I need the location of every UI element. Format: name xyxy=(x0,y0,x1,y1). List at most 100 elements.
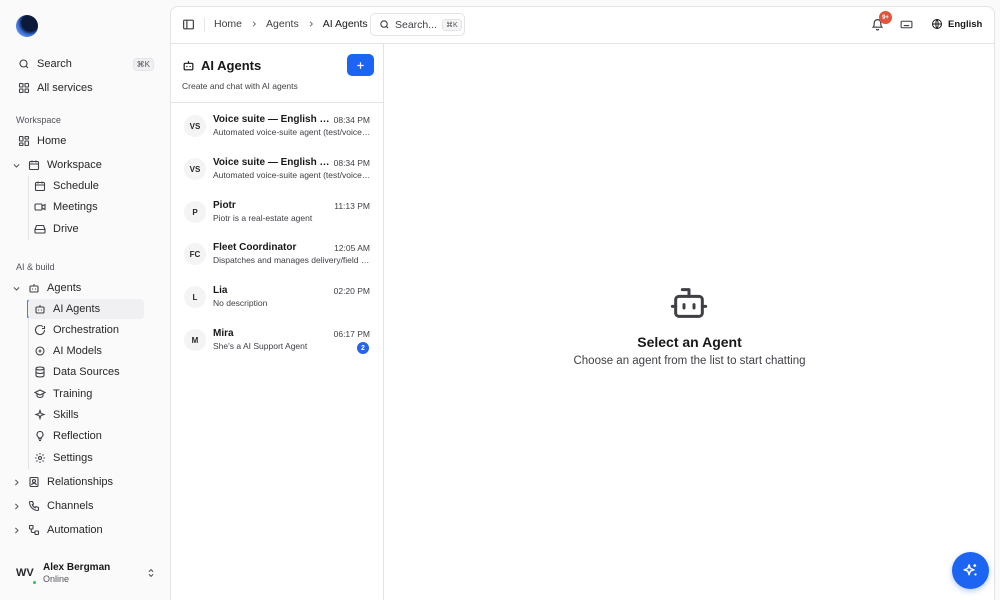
divider xyxy=(204,18,205,32)
agent-name: Voice suite — English only xyxy=(213,157,331,168)
page-subtitle: Create and chat with AI agents xyxy=(182,81,298,91)
list-item[interactable]: P Piotr Piotr is a real-estate agent 11:… xyxy=(171,192,383,232)
sidebar-group-automation[interactable]: Automation xyxy=(10,520,160,540)
agent-time: 12:05 AM xyxy=(334,243,370,253)
breadcrumb-home[interactable]: Home xyxy=(214,18,242,30)
avatar: VS xyxy=(184,158,206,180)
agent-description: No description xyxy=(213,298,268,308)
chevron-down-icon[interactable] xyxy=(10,159,22,171)
sidebar-item-settings[interactable]: Settings xyxy=(28,448,144,468)
sidebar-item-training[interactable]: Training xyxy=(28,384,144,404)
avatar: WV xyxy=(16,567,37,585)
agent-name: Piotr xyxy=(213,200,236,211)
sidebar-item-orchestration[interactable]: Orchestration xyxy=(28,320,144,340)
sidebar-search[interactable]: Search ⌘K xyxy=(10,54,160,74)
chevron-right-icon[interactable] xyxy=(10,476,22,488)
ai-assistant-button[interactable] xyxy=(952,552,989,589)
bot-icon xyxy=(669,283,709,323)
sidebar-item-skills[interactable]: Skills xyxy=(28,405,144,425)
section-label-ai-build: AI & build xyxy=(16,262,55,272)
sidebar-item-data-sources[interactable]: Data Sources xyxy=(28,362,144,382)
avatar: P xyxy=(184,201,206,223)
video-icon xyxy=(32,199,48,215)
breadcrumb-current: AI Agents xyxy=(322,18,368,30)
lightbulb-icon xyxy=(32,428,48,444)
user-name: Alex Bergman xyxy=(43,562,111,573)
search-icon xyxy=(16,56,32,72)
sidebar-item-label: Skills xyxy=(53,409,79,421)
sidebar-item-home[interactable]: Home xyxy=(10,131,160,151)
language-label: English xyxy=(948,18,983,30)
section-label-workspace: Workspace xyxy=(16,115,61,125)
top-bar: Home Agents AI Agents Search... ⌘K 9+ En… xyxy=(171,7,994,44)
sidebar-item-label: Data Sources xyxy=(53,366,120,378)
gear-icon xyxy=(32,450,48,466)
sidebar-group-label: Automation xyxy=(47,524,103,536)
sidebar-group-workspace[interactable]: Workspace xyxy=(10,155,160,175)
search-placeholder: Search... xyxy=(395,18,438,31)
chevron-down-icon[interactable] xyxy=(10,282,22,294)
agent-list-header: AI Agents Create and chat with AI agents xyxy=(171,44,383,103)
agent-description: Automated voice-suite agent (test/voice-… xyxy=(213,127,371,137)
empty-state-subtitle: Choose an agent from the list to start c… xyxy=(573,355,806,367)
sidebar-item-meetings[interactable]: Meetings xyxy=(28,197,144,217)
list-item[interactable]: FC Fleet Coordinator Dispatches and mana… xyxy=(171,234,383,274)
hard-drive-icon xyxy=(32,221,48,237)
avatar-initials: WV xyxy=(16,567,34,579)
user-menu[interactable]: WV Alex Bergman Online xyxy=(16,560,156,586)
list-item[interactable]: M Mira She's a AI Support Agent 06:17 PM… xyxy=(171,320,383,360)
plus-icon xyxy=(355,60,366,71)
search-icon xyxy=(379,19,390,30)
agent-name: Lia xyxy=(213,285,228,296)
sidebar-item-label: Orchestration xyxy=(53,324,120,336)
bot-icon xyxy=(182,59,201,72)
search-shortcut: ⌘K xyxy=(132,57,154,71)
sidebar-item-reflection[interactable]: Reflection xyxy=(28,426,144,446)
search-input[interactable]: Search... ⌘K xyxy=(370,13,465,36)
sidebar-group-channels[interactable]: Channels xyxy=(10,496,160,516)
sidebar-toggle-icon[interactable] xyxy=(182,18,195,31)
sidebar-item-label: Meetings xyxy=(53,201,98,213)
phone-icon xyxy=(26,498,42,514)
sidebar-item-ai-models[interactable]: AI Models xyxy=(28,341,144,361)
language-selector[interactable]: English xyxy=(931,18,982,30)
keyboard-icon[interactable] xyxy=(900,18,913,31)
orchestration-icon xyxy=(32,322,48,338)
sidebar-item-label: Drive xyxy=(53,223,79,235)
chevron-right-icon[interactable] xyxy=(10,524,22,536)
search-shortcut: ⌘K xyxy=(442,18,462,31)
sidebar-group-relationships[interactable]: Relationships xyxy=(10,472,160,492)
sidebar-item-all-services[interactable]: All services xyxy=(10,78,160,98)
graduation-cap-icon xyxy=(32,386,48,402)
agent-description: Piotr is a real-estate agent xyxy=(213,213,313,223)
sidebar-group-label: Workspace xyxy=(47,159,102,171)
sidebar-item-schedule[interactable]: Schedule xyxy=(28,176,144,196)
agent-description: Automated voice-suite agent (test/voice-… xyxy=(213,170,371,180)
calendar-icon xyxy=(32,178,48,194)
main-panel: Home Agents AI Agents Search... ⌘K 9+ En… xyxy=(170,6,995,600)
chevron-right-icon[interactable] xyxy=(10,500,22,512)
bot-icon xyxy=(32,301,48,317)
agent-time: 11:13 PM xyxy=(334,201,370,211)
sidebar-group-agents[interactable]: Agents xyxy=(10,278,160,298)
agent-time: 08:34 PM xyxy=(333,115,370,125)
breadcrumb-agents[interactable]: Agents xyxy=(266,18,299,30)
chevron-right-icon xyxy=(250,20,258,28)
sidebar-item-label: Training xyxy=(53,388,93,400)
list-item[interactable]: VS Voice suite — English only Automated … xyxy=(171,149,383,189)
sidebar-search-label: Search xyxy=(37,58,72,70)
list-item[interactable]: VS Voice suite — English + Spanish Autom… xyxy=(171,106,383,146)
agent-description: Dispatches and manages delivery/field op… xyxy=(213,255,371,265)
avatar: M xyxy=(184,329,206,351)
calendar-icon xyxy=(26,157,42,173)
avatar: L xyxy=(184,286,206,308)
add-agent-button[interactable] xyxy=(347,54,374,76)
dashboard-icon xyxy=(16,133,32,149)
sidebar-group-label: Channels xyxy=(47,500,94,512)
empty-state: Select an Agent Choose an agent from the… xyxy=(384,44,995,600)
sidebar-item-ai-agents[interactable]: AI Agents xyxy=(28,299,144,319)
sidebar-item-drive[interactable]: Drive xyxy=(28,219,144,239)
agent-time: 08:34 PM xyxy=(333,158,370,168)
app-logo[interactable] xyxy=(16,15,38,37)
list-item[interactable]: L Lia No description 02:20 PM xyxy=(171,277,383,317)
